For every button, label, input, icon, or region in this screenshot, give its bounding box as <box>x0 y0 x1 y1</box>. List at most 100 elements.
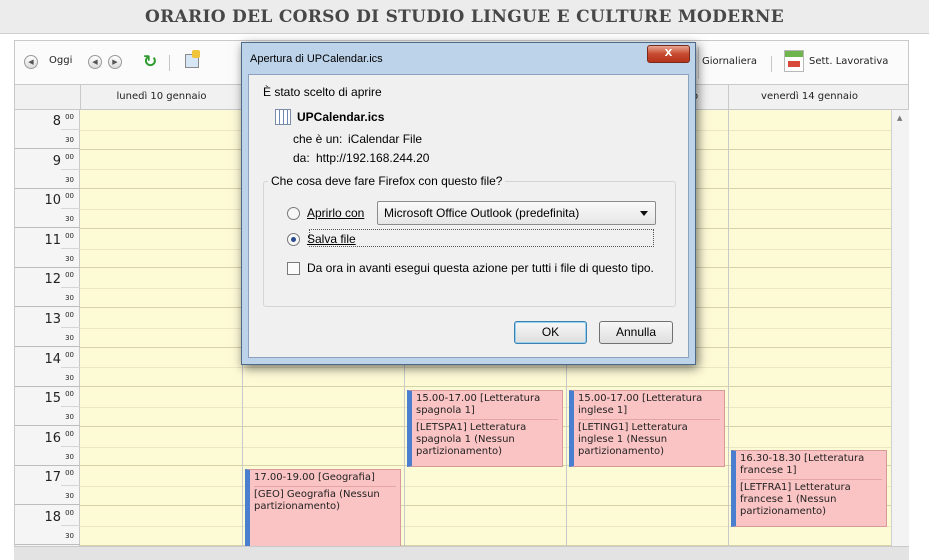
hour-slot: 9 00 30 <box>15 150 80 189</box>
minute-label: 00 <box>65 429 74 438</box>
page-title: ORARIO DEL CORSO DI STUDIO LINGUE E CULT… <box>145 7 784 27</box>
minute-label: 00 <box>65 390 74 399</box>
hour-gridline <box>80 386 891 388</box>
calendar-event[interactable]: 15.00-17.00 [Letteratura inglese 1] [LETI… <box>569 390 725 468</box>
event-description: [GEO] Geografia (Nessun partizionamento) <box>254 489 380 513</box>
remember-label[interactable]: Da ora in avanti esegui questa azione pe… <box>307 261 654 275</box>
half-hour-divider <box>61 445 80 447</box>
minute-label: 00 <box>65 192 74 201</box>
nav-next-icon[interactable]: ▶ <box>108 55 122 69</box>
event-description: [LETFRA1] Letteratura francese 1 (Nessun… <box>740 481 851 517</box>
hour-slot: 17 00 30 <box>15 466 80 506</box>
save-file-label[interactable]: Salva file <box>307 232 356 246</box>
minute-label: 00 <box>65 469 74 478</box>
dialog-close-button[interactable]: X <box>647 45 690 63</box>
half-hour-divider <box>61 327 80 328</box>
view-switcher: Giornaliera Sett. Lavorativa <box>698 47 910 79</box>
download-dialog: Apertura di UPCalendar.ics X È stato sce… <box>241 42 696 365</box>
page-title-bar: ORARIO DEL CORSO DI STUDIO LINGUE E CULT… <box>0 0 929 34</box>
toolbar-separator <box>771 56 772 72</box>
event-description: [LETING1] Letteratura inglese 1 (Nessun … <box>578 422 688 458</box>
open-with-value: Microsoft Office Outlook (predefinita) <box>384 206 580 220</box>
event-description: [LETSPA1] Letteratura spagnola 1 (Nessun… <box>416 422 527 458</box>
day-header-mon: lunedì 10 gennaio <box>80 85 242 109</box>
hour-label: 10 <box>44 193 61 209</box>
hour-label: 16 <box>44 430 61 446</box>
half-hour-divider <box>61 287 80 289</box>
file-name: UPCalendar.ics <box>297 110 385 124</box>
hour-label: 13 <box>44 312 61 327</box>
nav-prev-icon[interactable]: ◀ <box>88 55 102 69</box>
hour-label: 17 <box>44 470 61 486</box>
hour-label: 18 <box>44 510 61 525</box>
calendar-scrollbar[interactable]: ▲ <box>891 110 909 546</box>
half-hour-divider <box>61 247 80 249</box>
half-hour-label: 30 <box>65 294 74 303</box>
half-hour-label: 30 <box>65 175 74 184</box>
half-hour-divider <box>61 129 80 130</box>
minute-label: 00 <box>65 311 74 319</box>
save-file-label-text: Salva file <box>307 232 356 246</box>
half-hour-gridline <box>80 367 891 369</box>
hour-slot: 16 00 30 <box>15 427 80 466</box>
open-with-radio[interactable] <box>287 207 300 220</box>
file-type: iCalendar File <box>348 132 423 146</box>
export-icon[interactable] <box>185 50 200 68</box>
calendar-week-icon[interactable] <box>784 50 804 72</box>
calendar-event[interactable]: 15.00-17.00 [Letteratura spagnola 1] [LET… <box>407 390 563 468</box>
half-hour-label: 30 <box>65 532 74 540</box>
half-hour-label: 30 <box>65 413 74 422</box>
half-hour-divider <box>61 406 80 408</box>
save-file-focus <box>309 229 654 247</box>
nav-back-icon[interactable]: ◀ <box>24 55 38 69</box>
event-title: 17.00-19.00 [Geografia] <box>254 472 396 488</box>
hour-label: 9 <box>52 153 61 169</box>
hour-label: 15 <box>44 391 61 407</box>
toolbar-separator <box>169 55 170 71</box>
file-type-label: che è un: <box>293 132 343 146</box>
half-hour-divider <box>61 366 80 368</box>
dropdown-arrow-icon <box>640 211 648 216</box>
today-button[interactable]: Oggi <box>49 55 72 66</box>
ok-button[interactable]: OK <box>514 321 587 344</box>
minute-label: 00 <box>65 113 74 121</box>
time-column: 8 00 30 9 00 30 10 00 30 11 00 30 12 00 30 13 00 30 14 00 30… <box>14 110 80 546</box>
minute-label: 00 <box>65 350 74 359</box>
event-title: 16.30-18.30 [Letteratura francese 1] <box>740 453 882 480</box>
half-hour-label: 30 <box>65 254 74 263</box>
daily-view-button[interactable]: Giornaliera <box>702 56 757 67</box>
calendar-event[interactable]: 16.30-18.30 [Letteratura francese 1] [LET… <box>731 449 887 527</box>
minute-label: 00 <box>65 231 74 240</box>
hour-slot: 10 00 30 <box>15 189 80 229</box>
half-hour-divider <box>61 208 80 210</box>
work-week-view-button[interactable]: Sett. Lavorativa <box>809 56 888 67</box>
dialog-body: È stato scelto di aprire UPCalendar.ics … <box>248 74 689 358</box>
half-hour-label: 30 <box>65 452 74 461</box>
hour-slot: 13 00 30 <box>15 308 80 347</box>
dialog-title: Apertura di UPCalendar.ics <box>250 53 383 65</box>
hour-slot: 12 00 30 <box>15 268 80 308</box>
remember-checkbox[interactable] <box>287 262 300 275</box>
day-header-fri: venerdì 14 gennaio <box>728 85 890 109</box>
open-with-select[interactable]: Microsoft Office Outlook (predefinita) <box>377 201 656 225</box>
hour-slot: 8 00 30 <box>15 110 80 149</box>
half-hour-divider <box>61 168 80 170</box>
event-title: 15.00-17.00 [Letteratura inglese 1] <box>578 393 720 421</box>
hour-slot: 15 00 30 <box>15 387 80 427</box>
dialog-intro: È stato scelto di aprire <box>263 85 382 99</box>
half-hour-label: 30 <box>65 492 74 501</box>
calendar-footer <box>14 546 909 560</box>
save-file-radio[interactable] <box>287 233 300 246</box>
action-question: Che cosa deve fare Firefox con questo fi… <box>268 174 506 188</box>
cancel-button[interactable]: Annulla <box>599 321 673 344</box>
half-hour-label: 30 <box>65 373 74 382</box>
open-with-label[interactable]: Aprirlo con <box>307 206 364 220</box>
calendar-event[interactable]: 17.00-19.00 [Geografia] [GEO] Geografia (… <box>245 469 401 546</box>
refresh-icon[interactable]: ↻ <box>143 52 157 72</box>
event-title: 15.00-17.00 [Letteratura spagnola 1] <box>416 393 558 421</box>
minute-label: 00 <box>65 509 74 517</box>
hour-slot: 18 00 30 <box>15 506 80 545</box>
scroll-up-icon[interactable]: ▲ <box>897 114 902 122</box>
hour-label: 11 <box>44 232 61 248</box>
open-with-label-text: Aprirlo con <box>307 206 365 220</box>
